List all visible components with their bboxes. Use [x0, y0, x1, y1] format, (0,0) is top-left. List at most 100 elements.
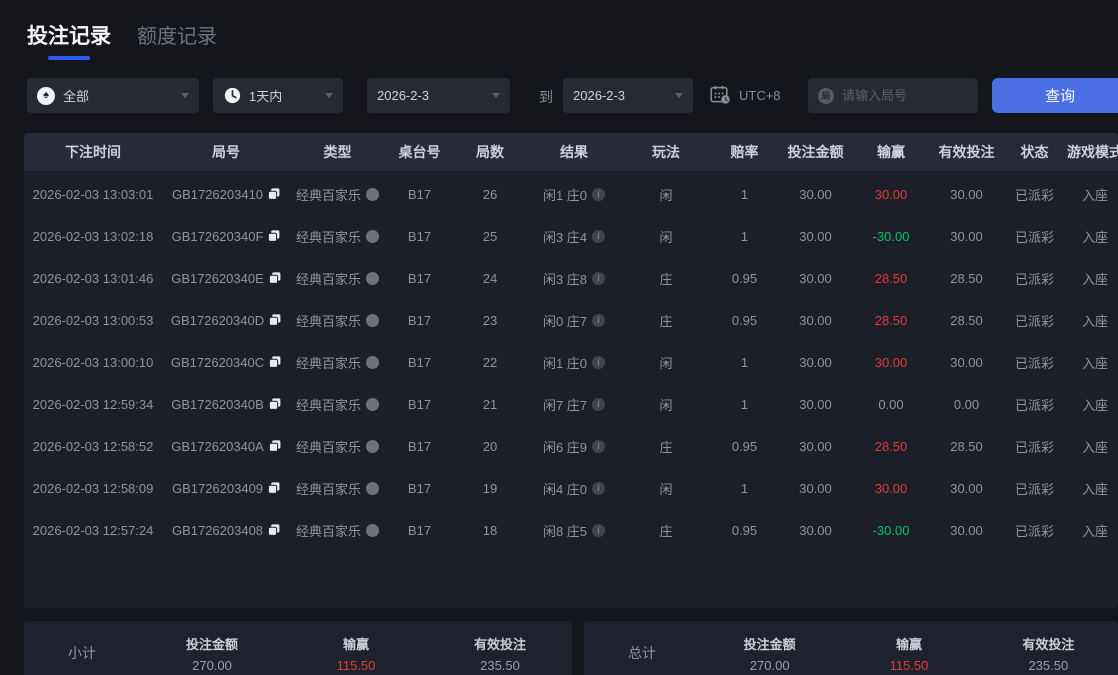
info-icon[interactable]: i — [592, 481, 606, 495]
cell-round-no: 18 — [482, 522, 498, 538]
chevron-down-icon — [675, 93, 683, 98]
cell-result: 闲1 庄0 i — [526, 353, 622, 372]
cell-game-type: 经典百家乐 — [290, 185, 385, 204]
cell-odds: 1 — [740, 354, 749, 370]
round-number-field: 局 — [808, 78, 978, 113]
time-range-select[interactable]: 1天内 — [213, 78, 343, 113]
cell-valid-bet: 28.50 — [950, 312, 983, 328]
date-from-value: 2026-2-3 — [377, 88, 430, 103]
copy-icon[interactable] — [269, 356, 281, 368]
info-icon[interactable]: i — [592, 271, 606, 285]
total-label: 总计 — [628, 645, 656, 661]
record-tabs: 投注记录 额度记录 — [27, 20, 217, 60]
info-icon[interactable]: i — [592, 355, 606, 369]
cell-play: 庄 — [659, 313, 673, 329]
col-header-play: 玩法 — [652, 144, 680, 160]
date-to-picker[interactable]: 2026-2-3 — [563, 78, 693, 113]
cell-win-loss: 28.50 — [874, 438, 908, 454]
cell-game-mode: 入座 — [1081, 439, 1108, 455]
game-type-icon — [366, 523, 379, 537]
copy-icon[interactable] — [268, 230, 280, 242]
game-type-select-value: 全部 — [63, 89, 90, 104]
cell-game-mode: 入座 — [1081, 187, 1108, 203]
copy-icon[interactable] — [269, 314, 281, 326]
query-button[interactable]: 查询 — [992, 78, 1118, 113]
copy-icon[interactable] — [268, 440, 281, 452]
cell-valid-bet: 30.00 — [950, 522, 983, 538]
cell-game-mode: 入座 — [1081, 229, 1108, 245]
table-row: 2026-02-03 12:57:24 GB1726203408 经典百家乐 B… — [24, 509, 1118, 551]
copy-icon[interactable] — [268, 272, 281, 284]
subtotal-bet-amount: 投注金额 270.00 — [185, 636, 238, 673]
col-header-bet-time: 下注时间 — [65, 144, 121, 160]
cell-result: 闲1 庄0 i — [526, 185, 622, 204]
cell-game-type: 经典百家乐 — [290, 353, 385, 372]
copy-icon[interactable] — [268, 398, 281, 410]
tab-quota-records-label: 额度记录 — [137, 26, 217, 48]
timezone-indicator: UTC+8 — [710, 85, 781, 105]
col-header-table-no: 桌台号 — [398, 144, 441, 160]
cell-play: 庄 — [659, 439, 673, 455]
cell-win-loss: 28.50 — [874, 270, 908, 286]
cell-bet-amount: 30.00 — [799, 312, 832, 328]
info-icon[interactable]: i — [592, 187, 606, 201]
cell-bet-amount: 30.00 — [799, 186, 832, 202]
cell-game-mode: 入座 — [1081, 481, 1108, 497]
cell-table-no: B17 — [407, 270, 432, 286]
round-number-input[interactable] — [842, 88, 962, 103]
cell-valid-bet: 28.50 — [950, 270, 983, 286]
cell-play: 闲 — [659, 187, 673, 203]
col-header-status: 状态 — [1020, 144, 1049, 160]
game-type-icon — [366, 439, 379, 453]
cell-game-mode: 入座 — [1081, 355, 1108, 371]
copy-icon[interactable] — [268, 482, 280, 494]
info-icon[interactable]: i — [592, 229, 606, 243]
copy-icon[interactable] — [268, 188, 280, 200]
cell-odds: 1 — [740, 228, 749, 244]
date-from-picker[interactable]: 2026-2-3 — [367, 78, 510, 113]
cell-win-loss: 30.00 — [874, 354, 908, 370]
cell-win-loss: 30.00 — [874, 186, 908, 202]
cell-table-no: B17 — [407, 522, 432, 538]
copy-icon[interactable] — [268, 524, 280, 536]
cell-bet-amount: 30.00 — [799, 228, 832, 244]
cell-round-id: GB172620340A — [162, 439, 290, 454]
game-type-select[interactable]: ♠ 全部 — [27, 78, 199, 113]
info-icon[interactable]: i — [592, 439, 606, 453]
game-type-icon — [366, 313, 379, 327]
cell-result: 闲0 庄7 i — [526, 311, 622, 330]
cell-result: 闲4 庄0 i — [526, 479, 622, 498]
cell-bet-time: 2026-02-03 12:57:24 — [32, 522, 154, 538]
cell-bet-amount: 30.00 — [799, 438, 832, 454]
cell-round-id: GB172620340E — [162, 271, 290, 286]
cell-table-no: B17 — [407, 312, 432, 328]
table-row: 2026-02-03 13:02:18 GB172620340F 经典百家乐 B… — [24, 215, 1118, 257]
cell-round-id: GB172620340D — [162, 313, 290, 328]
cell-play: 庄 — [659, 271, 673, 287]
chevron-down-icon — [181, 93, 189, 98]
col-header-round-no: 局数 — [476, 144, 504, 160]
info-icon[interactable]: i — [592, 313, 606, 327]
cell-round-id: GB1726203410 — [162, 187, 290, 202]
cell-round-id: GB1726203408 — [162, 523, 290, 538]
tab-bet-records[interactable]: 投注记录 — [27, 20, 111, 60]
cell-status: 已派彩 — [1014, 397, 1054, 413]
cell-bet-amount: 30.00 — [799, 270, 832, 286]
cell-bet-time: 2026-02-03 13:01:46 — [32, 270, 154, 286]
tab-quota-records[interactable]: 额度记录 — [137, 20, 217, 49]
cell-bet-amount: 30.00 — [799, 396, 832, 412]
col-header-game-mode: 游戏模式 — [1067, 144, 1118, 160]
table-row: 2026-02-03 13:00:53 GB172620340D 经典百家乐 B… — [24, 299, 1118, 341]
cell-odds: 1 — [740, 186, 749, 202]
cell-round-no: 24 — [482, 270, 498, 286]
tab-bet-records-label: 投注记录 — [27, 25, 111, 48]
timezone-label: UTC+8 — [739, 87, 781, 103]
info-icon[interactable]: i — [592, 397, 606, 411]
col-header-result: 结果 — [560, 144, 588, 160]
cell-result: 闲8 庄5 i — [526, 521, 622, 540]
cell-round-id: GB172620340F — [162, 229, 290, 244]
cell-valid-bet: 30.00 — [950, 354, 983, 370]
cell-round-no: 25 — [482, 228, 498, 244]
cell-win-loss: -30.00 — [872, 228, 910, 244]
info-icon[interactable]: i — [592, 523, 606, 537]
